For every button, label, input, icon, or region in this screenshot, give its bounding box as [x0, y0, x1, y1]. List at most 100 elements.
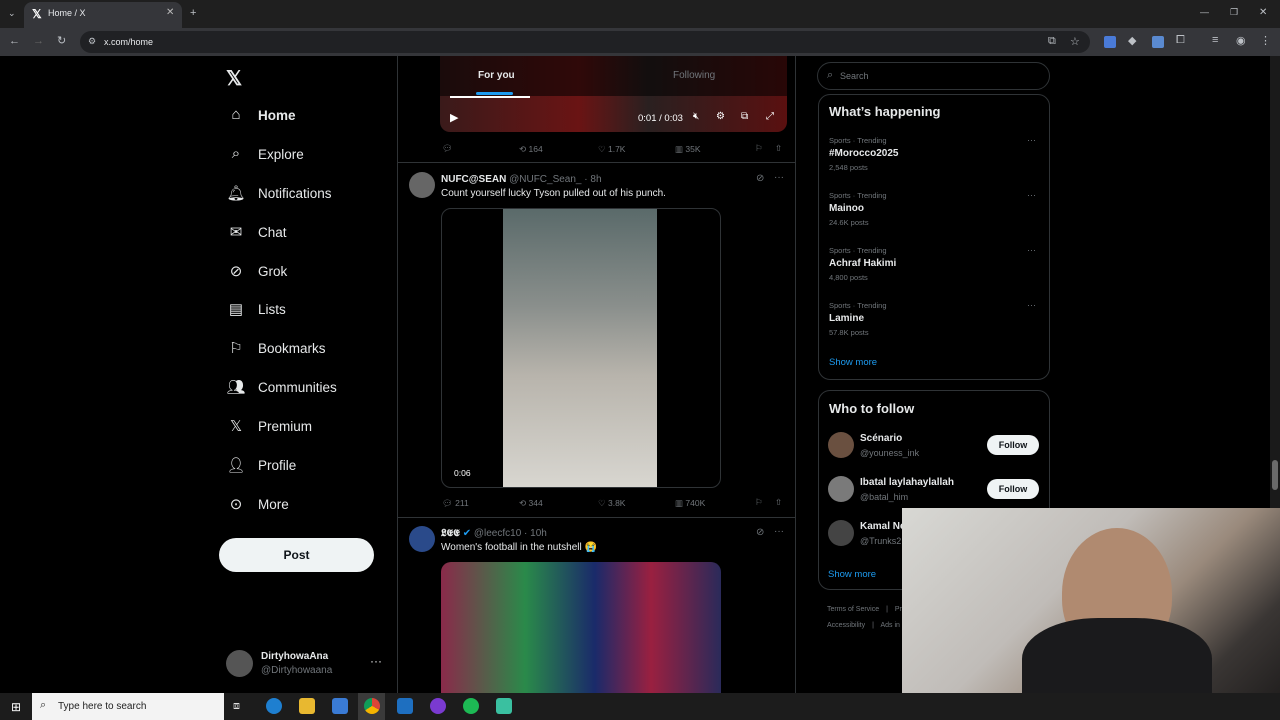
post-button[interactable]: Post [219, 538, 374, 572]
windows-start-icon[interactable]: ⊞ [11, 700, 21, 714]
tweet-time[interactable]: · 10h [524, 528, 547, 539]
minimize-icon[interactable]: — [1200, 7, 1209, 17]
x-logo-icon[interactable]: 𝕏 [226, 66, 242, 91]
show-more-link[interactable]: Show more [829, 357, 877, 368]
chrome-icon[interactable] [364, 698, 380, 714]
show-more-link[interactable]: Show more [828, 569, 876, 580]
file-explorer-icon[interactable] [299, 698, 315, 714]
share-icon[interactable]: ⇧ [775, 143, 782, 154]
grok-icon[interactable]: ⊘ [756, 173, 764, 184]
forward-icon[interactable]: → [33, 35, 44, 47]
repost-button[interactable]: ⟲ 344 [519, 498, 543, 509]
author-name[interactable]: NUFC@SEAN [441, 174, 506, 185]
tweet-video[interactable]: 0:06 [441, 208, 721, 488]
avatar[interactable] [828, 520, 854, 546]
extension-2-icon[interactable] [1152, 36, 1164, 48]
tweet-time[interactable]: · 8h [584, 174, 601, 185]
fullscreen-icon[interactable]: ⤢ [766, 111, 774, 122]
more-dots-icon[interactable]: ··· [1027, 245, 1036, 255]
settings-icon[interactable]: ⚙ [716, 111, 725, 122]
bookmark-star-icon[interactable]: ☆ [1070, 35, 1080, 48]
tab-close-icon[interactable]: ✕ [166, 7, 174, 18]
views-button[interactable]: ▥ 35K [675, 144, 701, 155]
tab-following[interactable]: Following [673, 70, 715, 81]
maximize-icon[interactable]: ❐ [1230, 7, 1238, 18]
views-button[interactable]: ▥ 740K [675, 498, 705, 509]
taskbar-search[interactable]: ⌕ Type here to search [32, 693, 224, 720]
avatar[interactable] [409, 526, 435, 552]
site-info-icon[interactable]: ⚙ [88, 36, 96, 47]
profile-icon[interactable]: ◉ [1236, 34, 1246, 47]
reply-button[interactable]: 💬︎ 211 [442, 498, 469, 509]
tab-search-icon[interactable]: ⌄ [8, 8, 16, 19]
follow-button[interactable]: Follow [987, 479, 1039, 499]
menu-icon[interactable]: ⋮ [1260, 34, 1271, 47]
more-dots-icon[interactable]: ··· [1027, 190, 1036, 200]
nav-bookmarks[interactable]: ⚐ Bookmarks [224, 333, 384, 367]
footer-terms[interactable]: Terms of Service [827, 606, 879, 613]
edge-icon[interactable] [266, 698, 282, 714]
bookmark-icon[interactable]: ⚐ [755, 497, 763, 508]
avatar[interactable] [828, 432, 854, 458]
grok-icon[interactable]: ⊘ [756, 527, 764, 538]
repost-button[interactable]: ⟲ 164 [519, 144, 543, 155]
follow-name[interactable]: Ibatal laylahaylallah [860, 477, 954, 488]
mute-icon[interactable]: 🔇︎ [693, 111, 699, 122]
nav-more[interactable]: ⊙ More [224, 489, 384, 523]
window-close-icon[interactable]: ✕ [1259, 7, 1267, 18]
author-handle[interactable]: @leecfc10 [474, 528, 521, 539]
follow-name[interactable]: Kamal Ne [860, 521, 906, 532]
nav-communities[interactable]: 👥︎ Communities [224, 372, 384, 406]
more-dots-icon[interactable]: ··· [1027, 300, 1036, 310]
bookmark-icon[interactable]: ⚐ [755, 143, 763, 154]
video-progress[interactable] [450, 96, 530, 98]
browser-tab[interactable]: 𝕏 Home / X ✕ [24, 2, 182, 28]
extension-icon[interactable]: ◆ [1128, 34, 1136, 47]
tweet-image[interactable] [441, 562, 721, 693]
translate-extension-icon[interactable] [1104, 36, 1116, 48]
url-field[interactable]: ⚙ x.com/home ⧉ ☆ [80, 31, 1090, 53]
new-tab-icon[interactable]: + [190, 7, 196, 19]
reload-icon[interactable]: ↻ [57, 34, 66, 47]
nav-chat[interactable]: ✉ Chat [224, 217, 384, 251]
spotify-icon[interactable] [463, 698, 479, 714]
account-switcher[interactable]: DirtyhowaAna @Dirtyhowaana ··· [226, 648, 396, 680]
store-icon[interactable] [332, 698, 348, 714]
nav-premium[interactable]: 𝕏 Premium [224, 411, 384, 445]
nav-notifications[interactable]: 🔔︎ Notifications [224, 178, 384, 212]
play-icon[interactable]: ▶ [450, 111, 458, 124]
trend-item[interactable]: Sports · Trending Lamine 57.8K posts ··· [819, 298, 1049, 344]
app-2-icon[interactable] [496, 698, 512, 714]
search-input[interactable]: ⌕ Search [817, 62, 1050, 90]
avatar[interactable] [828, 476, 854, 502]
nav-explore[interactable]: ⌕ Explore [224, 139, 384, 173]
pip-icon[interactable]: ⧉ [741, 111, 748, 122]
avatar[interactable] [409, 172, 435, 198]
nav-lists[interactable]: ▤ Lists [224, 294, 384, 328]
nav-grok[interactable]: ⊘ Grok [224, 256, 384, 290]
task-view-icon[interactable]: ⧈ [233, 700, 240, 713]
footer-accessibility[interactable]: Accessibility [827, 622, 865, 629]
install-icon[interactable]: ⧉ [1048, 35, 1056, 48]
author-name[interactable]: 𝕷𝕰𝕰 [441, 528, 460, 539]
footer-privacy[interactable]: Pr [895, 606, 902, 613]
footer-ads[interactable]: Ads in [880, 622, 899, 629]
follow-name[interactable]: Scénario [860, 433, 902, 444]
media-icon[interactable]: ≡ [1212, 34, 1218, 46]
puzzle-icon[interactable]: ⧠ [1176, 34, 1185, 47]
reply-icon[interactable]: 💬︎ [442, 143, 453, 154]
more-dots-icon[interactable]: ··· [1027, 135, 1036, 145]
like-button[interactable]: ♡ 1.7K [598, 144, 625, 155]
app-icon[interactable] [430, 698, 446, 714]
trend-item[interactable]: Sports · Trending Achraf Hakimi 4,800 po… [819, 243, 1049, 289]
more-dots-icon[interactable]: ··· [774, 172, 784, 183]
share-icon[interactable]: ⇧ [775, 497, 782, 508]
author-handle[interactable]: @NUFC_Sean_ [509, 174, 581, 185]
back-icon[interactable]: ← [9, 35, 20, 47]
nav-profile[interactable]: 👤︎ Profile [224, 450, 384, 484]
mail-app-icon[interactable] [397, 698, 413, 714]
more-dots-icon[interactable]: ··· [774, 526, 784, 537]
trend-item[interactable]: Sports · Trending Mainoo 24.6K posts ··· [819, 188, 1049, 234]
follow-button[interactable]: Follow [987, 435, 1039, 455]
trend-item[interactable]: Sports · Trending #Morocco2025 2,548 pos… [819, 133, 1049, 179]
